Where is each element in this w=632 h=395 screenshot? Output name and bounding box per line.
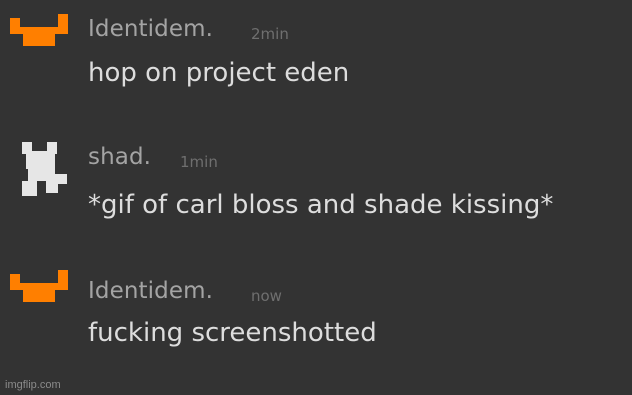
orange-pixel-crown-icon-graphic [10,270,68,302]
message-text: *gif of carl bloss and shade kissing* [88,190,554,220]
chat-message: Identidem. now fucking screenshotted [0,256,632,366]
username[interactable]: Identidem. [88,278,213,304]
orange-pixel-crown-icon[interactable] [10,270,68,302]
message-text: fucking screenshotted [88,318,377,348]
chat-message: shad. 1min *gif of carl bloss and shade … [0,130,632,240]
white-pixel-figure-icon-graphic [22,142,67,196]
chat-message: Identidem. 2min hop on project eden [0,0,632,110]
white-pixel-figure-icon[interactable] [22,142,68,196]
timestamp: 2min [251,25,289,43]
message-text: hop on project eden [88,58,350,88]
username[interactable]: Identidem. [88,16,213,42]
orange-pixel-crown-icon[interactable] [10,14,68,46]
imgflip-watermark: imgflip.com [5,379,61,391]
timestamp: 1min [180,153,218,171]
timestamp: now [251,287,282,305]
username[interactable]: shad. [88,144,151,170]
orange-pixel-crown-icon-graphic [10,14,68,46]
